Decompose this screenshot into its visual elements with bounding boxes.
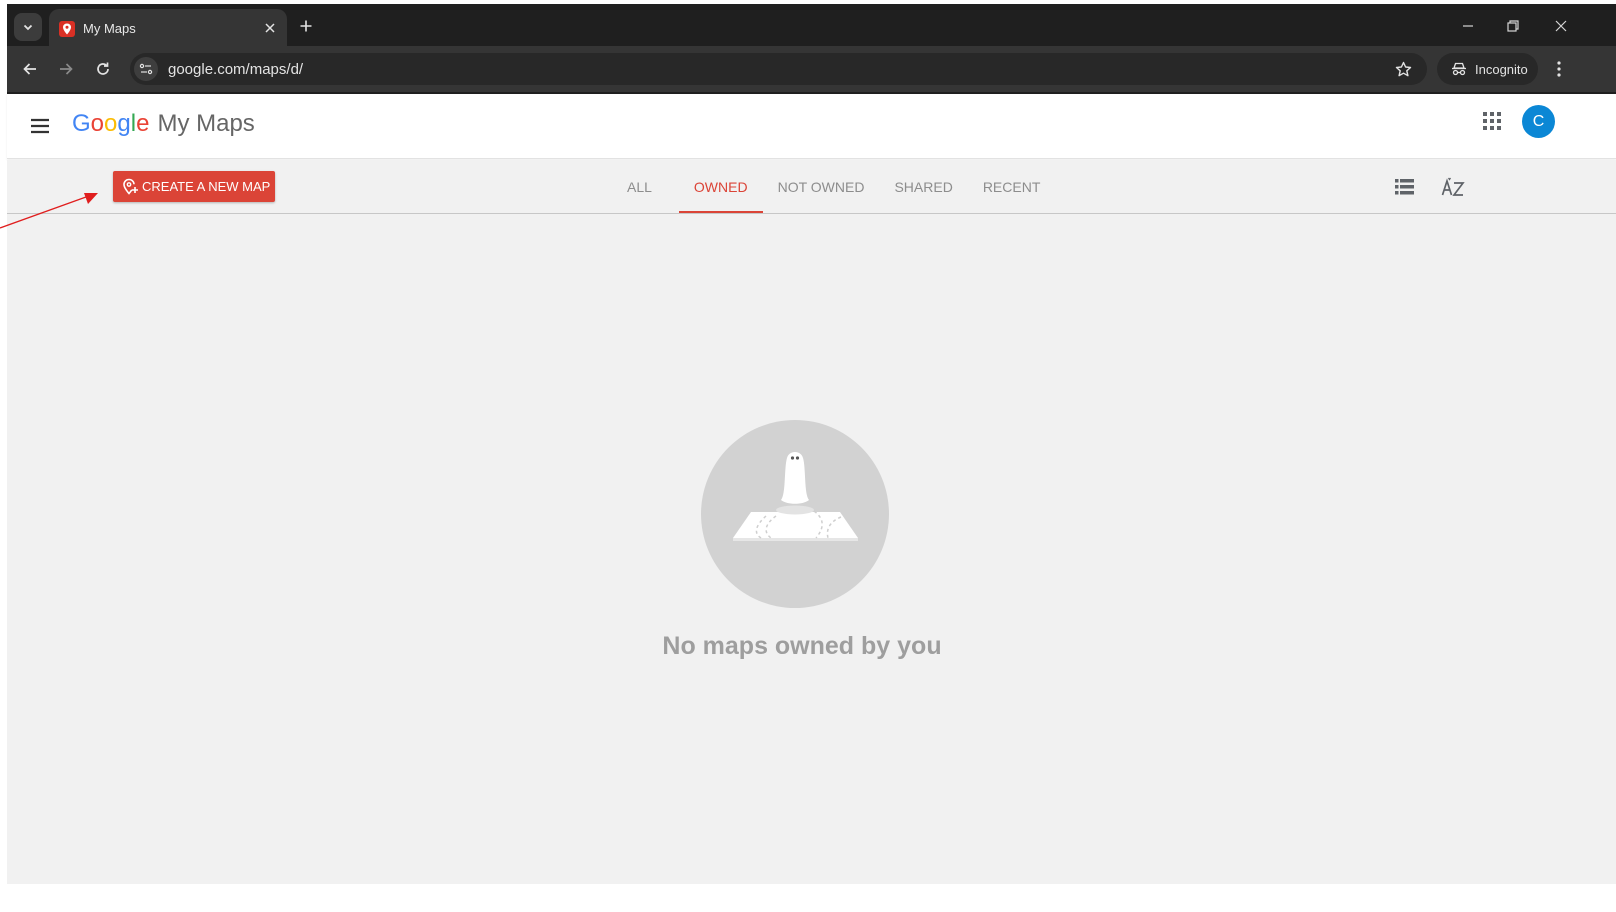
restore-icon — [1507, 20, 1519, 32]
logo-letter: e — [136, 110, 150, 137]
app-header: Google My Maps C — [7, 94, 1616, 159]
reload-button[interactable] — [91, 57, 115, 81]
main-menu-button[interactable] — [28, 114, 52, 138]
close-icon[interactable] — [261, 19, 279, 37]
apps-button[interactable] — [1482, 111, 1502, 131]
minimize-button[interactable] — [1457, 15, 1479, 37]
tab-owned[interactable]: OWNED — [678, 160, 763, 213]
browser-window: My Maps google.com/maps/d/ Incognito — [7, 4, 1616, 94]
star-icon[interactable] — [1393, 59, 1413, 79]
maps-list-area: No maps owned by you — [7, 214, 1616, 884]
url-text: google.com/maps/d/ — [168, 61, 304, 78]
empty-state-illustration — [701, 420, 889, 608]
map-filter-tabs: ALL OWNED NOT OWNED SHARED RECENT — [612, 160, 1055, 214]
incognito-indicator[interactable]: Incognito — [1437, 53, 1538, 85]
close-window-button[interactable] — [1550, 15, 1572, 37]
list-icon — [1394, 179, 1414, 195]
add-location-icon — [123, 178, 138, 195]
logo-letter: o — [104, 110, 118, 137]
tab-shared[interactable]: SHARED — [879, 160, 967, 213]
tab-strip: My Maps — [7, 4, 1616, 46]
plus-icon — [300, 20, 312, 32]
incognito-icon — [1452, 62, 1466, 76]
logo-letter: g — [117, 110, 131, 137]
tab-not-owned[interactable]: NOT OWNED — [763, 160, 880, 213]
create-new-map-button[interactable]: CREATE A NEW MAP — [113, 171, 275, 202]
browser-toolbar: google.com/maps/d/ Incognito — [7, 46, 1616, 92]
tab-all[interactable]: ALL — [612, 160, 667, 213]
sort-button[interactable] — [1440, 176, 1466, 198]
menu-icon — [31, 118, 49, 134]
address-bar[interactable]: google.com/maps/d/ — [130, 53, 1427, 85]
new-tab-button[interactable] — [295, 15, 317, 37]
logo-letter: o — [90, 110, 105, 137]
back-button[interactable] — [18, 57, 42, 81]
site-info-icon[interactable] — [134, 57, 158, 81]
more-vert-icon — [1557, 61, 1561, 77]
annotation-arrow — [0, 193, 98, 229]
grid-icon — [1483, 112, 1501, 130]
close-window-icon — [1555, 20, 1567, 32]
arrow-left-icon — [23, 63, 36, 75]
empty-state-message: No maps owned by you — [662, 632, 942, 660]
forward-button[interactable] — [54, 57, 78, 81]
map-pin-icon — [59, 21, 75, 37]
reload-icon — [97, 62, 109, 75]
filter-bar: CREATE A NEW MAP ALL OWNED NOT OWNED SHA… — [7, 160, 1616, 214]
tab-search-button[interactable] — [14, 13, 42, 41]
account-avatar[interactable]: C — [1522, 105, 1555, 138]
arrow-right-icon — [60, 63, 73, 75]
google-my-maps-logo[interactable]: Google My Maps — [72, 110, 255, 138]
restore-button[interactable] — [1502, 15, 1524, 37]
logo-letter: G — [72, 110, 91, 137]
browser-tab[interactable]: My Maps — [49, 9, 287, 46]
chevron-down-icon — [23, 24, 33, 31]
create-new-map-label: CREATE A NEW MAP — [142, 179, 271, 194]
browser-menu-button[interactable] — [1552, 58, 1566, 80]
sort-az-icon — [1441, 177, 1465, 196]
tab-title: My Maps — [83, 21, 136, 36]
minimize-icon — [1463, 25, 1473, 27]
incognito-label: Incognito — [1475, 61, 1528, 77]
list-view-button[interactable] — [1393, 176, 1415, 198]
product-name: My Maps — [157, 110, 255, 137]
tab-recent[interactable]: RECENT — [968, 160, 1056, 213]
